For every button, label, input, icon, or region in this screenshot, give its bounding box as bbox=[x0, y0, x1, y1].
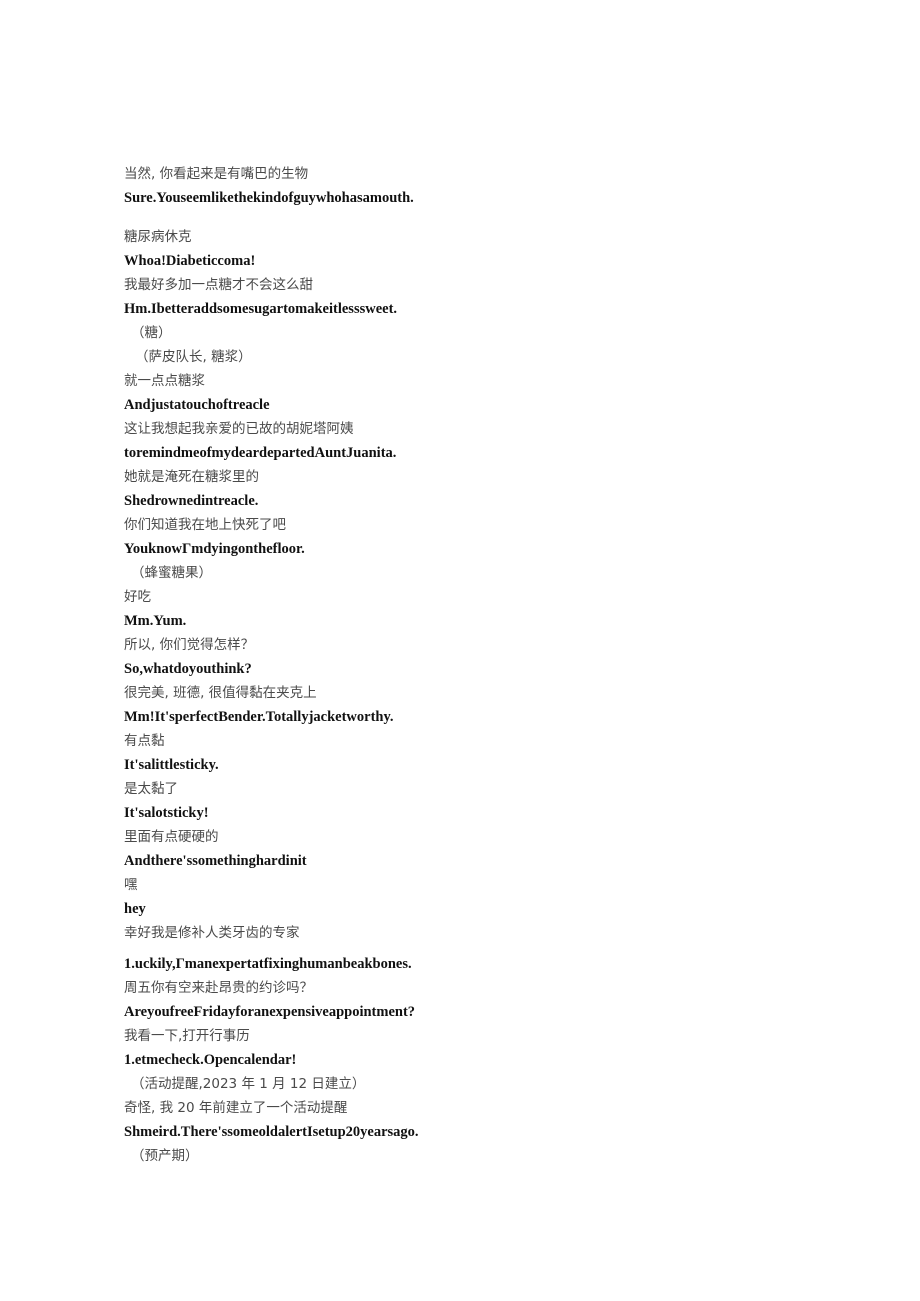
subtitle-line-zh: 好吃 bbox=[124, 589, 151, 605]
subtitle-line-en: Sure.Youseemlikethekindofguywhohasamouth… bbox=[124, 190, 414, 206]
subtitle-line-en: It'salittlesticky. bbox=[124, 757, 219, 773]
subtitle-line-en: toremindmeofmydeardepartedAuntJuanita. bbox=[124, 445, 397, 461]
subtitle-line-zh: 我最好多加一点糖才不会这么甜 bbox=[124, 277, 313, 293]
subtitle-line-zh: 嘿 bbox=[124, 877, 138, 893]
subtitle-line-zh: 所以, 你们觉得怎样？ bbox=[124, 637, 255, 653]
subtitle-line-zh: （萨皮队长, 糖浆） bbox=[135, 349, 252, 365]
subtitle-line-zh: 有点黏 bbox=[124, 733, 165, 749]
subtitle-line-zh: 幸好我是修补人类牙齿的专家 bbox=[124, 925, 300, 941]
subtitle-line-zh: 这让我想起我亲爱的已故的胡妮塔阿姨 bbox=[124, 421, 354, 437]
subtitle-line-zh: 你们知道我在地上快死了吧 bbox=[124, 517, 286, 533]
subtitle-line-en: 1.etmecheck.Opencalendar! bbox=[124, 1052, 297, 1068]
subtitle-line-en: Mm.Yum. bbox=[124, 613, 187, 629]
subtitle-line-zh: 里面有点硬硬的 bbox=[124, 829, 219, 845]
subtitle-line-en: Mm!It'sperfectBender.Totallyjacketworthy… bbox=[124, 709, 394, 725]
subtitle-line-zh: 是太黏了 bbox=[124, 781, 178, 797]
subtitle-line-zh: 奇怪, 我 20 年前建立了一个活动提醒 bbox=[124, 1100, 348, 1116]
subtitle-line-zh: 我看一下,打开行事历 bbox=[124, 1028, 250, 1044]
subtitle-line-en: Shmeird.There'ssomeoldalertIsetup20years… bbox=[124, 1124, 419, 1140]
subtitle-line-en: Andthere'ssomethinghardinit bbox=[124, 853, 307, 869]
subtitle-line-en: Andjustatouchoftreacle bbox=[124, 397, 270, 413]
subtitle-line-zh: 周五你有空来赴昂贵的约诊吗？ bbox=[124, 980, 313, 996]
subtitle-line-en: Shedrownedintreacle. bbox=[124, 493, 259, 509]
subtitle-line-zh: 很完美, 班德, 很值得黏在夹克上 bbox=[124, 685, 317, 701]
subtitle-line-zh: （蜂蜜糖果） bbox=[131, 565, 212, 581]
subtitle-line-en: hey bbox=[124, 901, 146, 917]
subtitle-line-zh: 她就是淹死在糖浆里的 bbox=[124, 469, 259, 485]
subtitle-line-zh: 当然, 你看起来是有嘴巴的生物 bbox=[124, 166, 309, 182]
subtitle-line-zh: （糖） bbox=[131, 325, 172, 341]
document-page: 当然, 你看起来是有嘴巴的生物 Sure.Youseemlikethekindof… bbox=[0, 0, 920, 1301]
subtitle-line-zh: 就一点点糖浆 bbox=[124, 373, 205, 389]
subtitle-line-en: YouknowΓmdyingonthefloor. bbox=[124, 541, 305, 557]
subtitle-line-en: 1.uckily,Γmanexpertatfixinghumanbeakbone… bbox=[124, 956, 412, 972]
subtitle-line-zh: 糖尿病休克 bbox=[124, 229, 192, 245]
subtitle-line-en: Hm.Ibetteraddsomesugartomakeitlesssweet. bbox=[124, 301, 398, 317]
subtitle-line-en: AreyoufreeFridayforanexpensiveappointmen… bbox=[124, 1004, 416, 1020]
subtitle-line-en: So,whatdoyouthink? bbox=[124, 661, 252, 677]
subtitle-line-zh: （预产期） bbox=[131, 1148, 199, 1164]
subtitle-line-en: Whoa!Diabeticcoma! bbox=[124, 253, 256, 269]
subtitle-transcript: 当然, 你看起来是有嘴巴的生物 Sure.Youseemlikethekindof… bbox=[124, 162, 860, 1168]
subtitle-line-zh: （活动提醒,2023 年 1 月 12 日建立） bbox=[131, 1076, 366, 1092]
subtitle-line-en: It'salotsticky! bbox=[124, 805, 209, 821]
